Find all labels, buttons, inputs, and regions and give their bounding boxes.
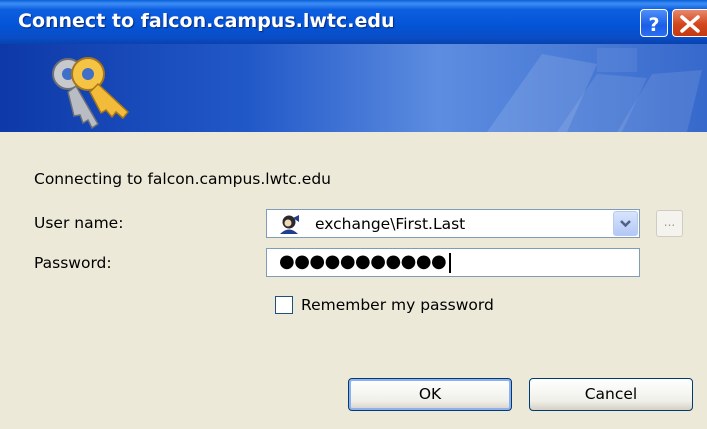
chevron-down-icon — [620, 220, 631, 228]
keys-icon — [52, 57, 130, 130]
window-title: Connect to falcon.campus.lwtc.edu — [18, 10, 395, 32]
username-label: User name: — [34, 214, 124, 232]
user-icon — [280, 215, 299, 234]
close-icon — [680, 15, 700, 33]
remember-password-checkbox[interactable] — [275, 296, 293, 314]
password-mask: ●●●●●●●●●●● — [279, 251, 447, 272]
dialog-banner — [0, 44, 707, 132]
login-dialog: Connect to falcon.campus.lwtc.edu ? Conn… — [0, 0, 707, 429]
help-button[interactable]: ? — [640, 9, 668, 37]
connecting-message: Connecting to falcon.campus.lwtc.edu — [34, 170, 331, 188]
banner-decoration — [487, 48, 702, 132]
username-combobox[interactable]: exchange\First.Last — [266, 209, 640, 238]
svg-text:?: ? — [648, 14, 659, 36]
remember-password-label[interactable]: Remember my password — [301, 296, 494, 314]
browse-button[interactable]: ... — [656, 210, 683, 237]
password-field[interactable]: ●●●●●●●●●●● — [266, 248, 640, 277]
cancel-button[interactable]: Cancel — [529, 378, 693, 411]
ok-button[interactable]: OK — [348, 378, 512, 411]
username-dropdown-button[interactable] — [613, 211, 638, 236]
title-bar[interactable]: Connect to falcon.campus.lwtc.edu ? — [0, 0, 707, 44]
username-value: exchange\First.Last — [315, 215, 466, 233]
close-button[interactable] — [672, 9, 707, 37]
text-caret — [449, 253, 451, 273]
password-label: Password: — [34, 254, 112, 272]
question-icon: ? — [648, 14, 659, 36]
